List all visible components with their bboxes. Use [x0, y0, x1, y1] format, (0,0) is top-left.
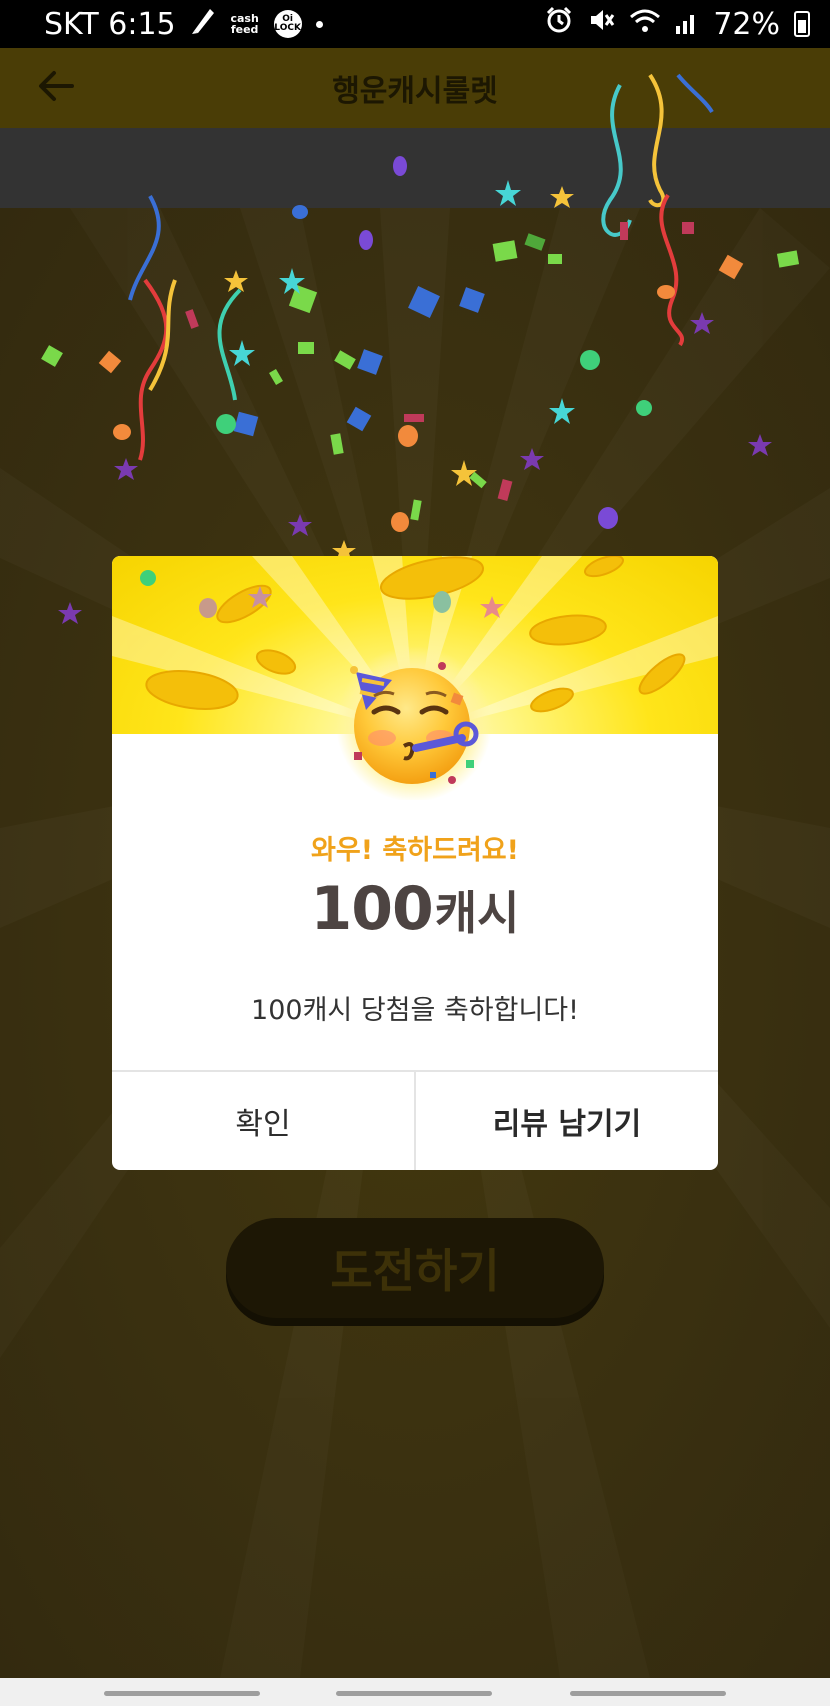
battery-icon — [794, 11, 810, 37]
pen-notification-icon — [190, 5, 216, 43]
confirm-button[interactable]: 확인 — [112, 1072, 414, 1170]
tab-bar — [0, 128, 830, 208]
page-title: 행운캐시룰렛 — [332, 74, 498, 109]
leave-review-button[interactable]: 리뷰 남기기 — [414, 1072, 718, 1170]
reward-amount-number: 100 — [310, 874, 434, 944]
nav-back-handle[interactable] — [570, 1691, 726, 1696]
dialog-footer: 확인 리뷰 남기기 — [112, 1070, 718, 1170]
dialog-subtitle: 와우! 축하드려요! — [311, 835, 519, 866]
nav-home-handle[interactable] — [336, 1691, 492, 1696]
reward-amount: 100 캐시 — [112, 874, 718, 944]
alarm-icon — [545, 6, 573, 42]
dialog-message: 100캐시 당첨을 축하합니다! — [251, 995, 579, 1026]
challenge-button[interactable]: 도전하기 — [226, 1218, 604, 1318]
more-dot-icon — [315, 20, 323, 28]
reward-dialog: 와우! 축하드려요! 100 캐시 100캐시 당첨을 축하합니다! 확인 리뷰… — [112, 556, 718, 1170]
app-header: 행운캐시룰렛 — [0, 48, 830, 128]
back-arrow-icon[interactable] — [36, 66, 76, 110]
system-nav-bar — [0, 1678, 830, 1706]
status-bar: SKT 6:15 cash feed Oi LOCK 72% — [0, 0, 830, 48]
nav-recent-handle[interactable] — [104, 1691, 260, 1696]
mute-icon — [587, 6, 615, 42]
wifi-icon — [629, 7, 661, 42]
signal-icon — [675, 7, 699, 42]
cashfeed-icon: cash feed — [230, 12, 259, 36]
reward-amount-unit: 캐시 — [434, 886, 520, 940]
status-right: 72% — [545, 6, 810, 42]
carrier-time: SKT 6:15 — [44, 6, 176, 42]
party-face-icon — [336, 646, 492, 800]
status-left: SKT 6:15 cash feed Oi LOCK — [44, 5, 323, 43]
oilock-icon: Oi LOCK — [273, 10, 302, 38]
battery-percent: 72% — [713, 6, 780, 42]
